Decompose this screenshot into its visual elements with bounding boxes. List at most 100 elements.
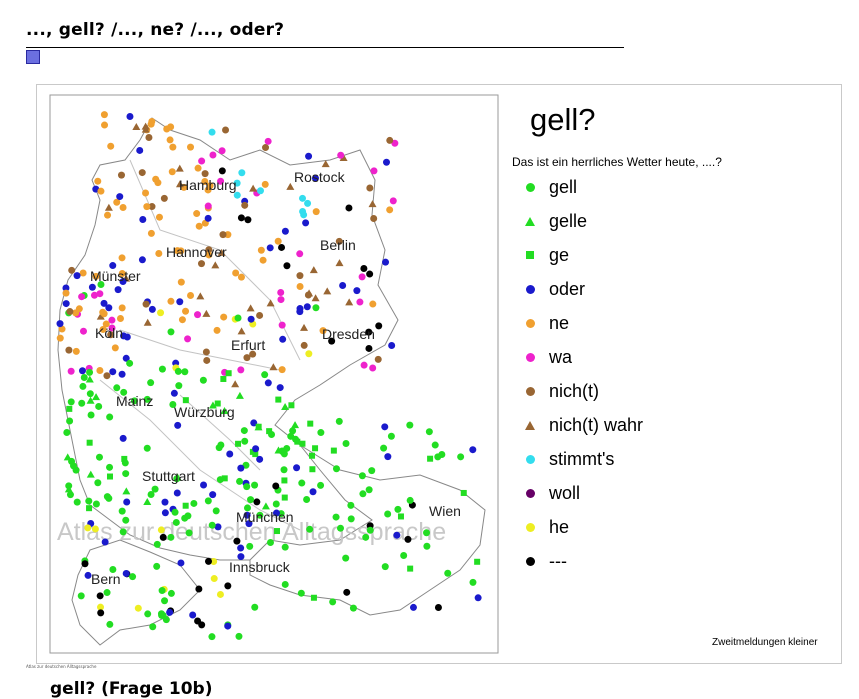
data-point [279, 335, 287, 343]
data-point [225, 370, 232, 377]
data-point [175, 382, 183, 390]
legend-label: ne [549, 312, 570, 333]
data-point [380, 444, 388, 452]
data-point [244, 216, 252, 224]
data-point [251, 603, 259, 611]
data-point [106, 413, 114, 421]
data-point [274, 528, 281, 535]
data-point [78, 293, 86, 301]
legend-dot-icon [526, 318, 535, 328]
data-point [237, 214, 245, 222]
data-point [438, 450, 446, 458]
data-point [312, 208, 320, 216]
legend-triangle-icon [525, 420, 535, 430]
data-point [256, 311, 264, 319]
data-point [241, 201, 249, 209]
data-point [332, 465, 340, 473]
data-point [302, 219, 310, 227]
map-figure: Atlas zur deutschen Alltagssprache Hambu… [49, 94, 499, 654]
data-point [126, 112, 134, 120]
legend-question: Das ist ein herrliches Wetter heute, ...… [512, 155, 722, 169]
data-point [369, 364, 377, 372]
data-point [293, 464, 301, 472]
data-point [220, 313, 228, 321]
data-point [161, 509, 169, 517]
data-point [393, 531, 401, 539]
city-label: Münster [90, 268, 141, 284]
data-point [67, 367, 75, 375]
data-point [187, 143, 195, 151]
legend-item: woll [524, 482, 580, 504]
data-point [103, 589, 111, 597]
legend-item: stimmt's [524, 448, 614, 470]
data-point [97, 187, 105, 195]
data-point [105, 304, 113, 312]
data-point [210, 575, 218, 583]
city-label: Mainz [116, 393, 153, 409]
data-point [219, 231, 227, 239]
data-point [73, 498, 81, 506]
data-point [370, 167, 378, 175]
data-point [261, 180, 269, 188]
data-point [63, 429, 71, 437]
data-point [129, 573, 137, 581]
data-point [309, 452, 316, 459]
data-point [224, 582, 232, 590]
data-point [312, 304, 320, 312]
data-point [100, 111, 108, 119]
data-point [123, 498, 131, 506]
data-point [87, 411, 95, 419]
data-point [407, 565, 414, 572]
data-point [170, 389, 178, 397]
data-point [347, 515, 355, 523]
data-point [281, 227, 289, 235]
data-point [178, 316, 186, 324]
data-point [237, 544, 245, 552]
data-point [382, 258, 390, 266]
legend-dot-icon [526, 284, 535, 294]
data-point [66, 491, 74, 499]
data-point [237, 464, 245, 472]
data-point [167, 328, 175, 336]
data-point [474, 558, 481, 565]
city-label: Bern [91, 571, 121, 587]
data-point [216, 590, 224, 598]
data-point [309, 488, 317, 496]
data-point [460, 489, 467, 496]
data-point [160, 194, 168, 202]
data-point [147, 120, 155, 128]
data-point [274, 237, 282, 245]
data-point [312, 445, 319, 452]
legend-dot-icon [526, 386, 535, 396]
data-point [62, 289, 70, 297]
data-point [101, 538, 109, 546]
data-point [220, 375, 227, 382]
legend-item: gell [524, 176, 577, 198]
data-point [86, 390, 94, 398]
data-point [193, 210, 201, 218]
data-point [353, 287, 361, 295]
data-point [253, 498, 261, 506]
data-point [388, 341, 396, 349]
data-point [218, 167, 226, 175]
data-point [174, 367, 182, 375]
data-point [78, 367, 86, 375]
data-point [155, 213, 163, 221]
data-point [299, 440, 306, 447]
data-point [73, 272, 81, 280]
data-point [317, 429, 325, 437]
data-point [81, 560, 89, 568]
data-point [289, 427, 297, 435]
data-point [118, 507, 126, 515]
data-point [143, 444, 151, 452]
data-point [298, 479, 306, 487]
legend-label: stimmt's [549, 448, 615, 469]
data-point [365, 344, 373, 352]
data-point [208, 128, 216, 136]
legend-square-icon [526, 251, 534, 259]
data-point [138, 256, 146, 264]
data-point [216, 476, 224, 484]
legend-item: ge [524, 244, 569, 266]
data-point [158, 365, 166, 373]
data-point [222, 126, 230, 134]
